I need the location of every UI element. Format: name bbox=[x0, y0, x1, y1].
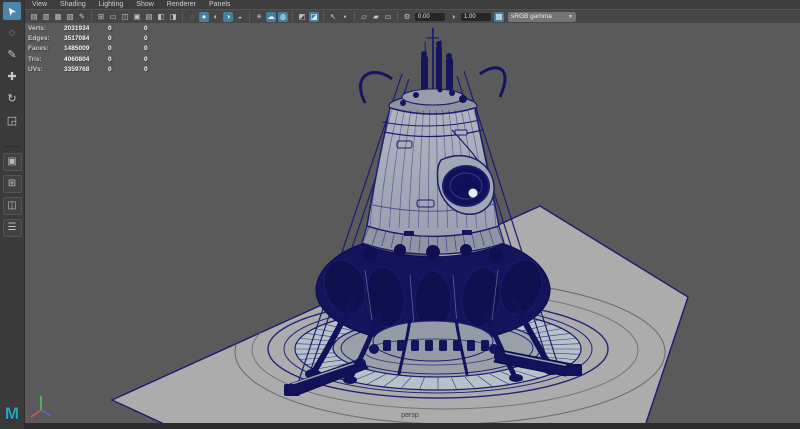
menu-item-renderer[interactable]: Renderer bbox=[167, 0, 196, 9]
window-bottom-edge bbox=[0, 423, 800, 429]
hud-sel: 0 bbox=[108, 25, 144, 32]
menu-item-lighting[interactable]: Lighting bbox=[99, 0, 124, 9]
lasso-select-tool-glyph: ◌ bbox=[9, 27, 16, 39]
grease-pencil-icon[interactable]: ✎ bbox=[77, 12, 87, 22]
menu-item-shading[interactable]: Shading bbox=[60, 0, 86, 9]
safe-title-icon[interactable]: ◨ bbox=[168, 12, 178, 22]
colorspace-dropdown[interactable]: sRGB gamma ▼ bbox=[508, 12, 576, 22]
hud-value: 4060804 bbox=[64, 56, 108, 63]
move-tool-glyph: ✚ bbox=[7, 71, 16, 83]
wireframe-mode-icon[interactable]: ◌ bbox=[187, 12, 197, 22]
layout-two-pane[interactable]: ◫ bbox=[3, 197, 22, 215]
lighting-mode-icon[interactable]: ◒ bbox=[235, 12, 245, 22]
hud-sel: 0 bbox=[108, 45, 144, 52]
shaded-mode-icon[interactable]: ● bbox=[199, 12, 209, 22]
maya-viewport-window: persp Verts:203193400Edges:351708400Face… bbox=[0, 0, 800, 429]
panel-toolbar: ▤▥▦▧✎⊞▭◫▣▤◧◨◌●◐◑◒☀☁◍◩◪↖▪▱▰▭ ⚙ 0.00 ◑ 1.0… bbox=[24, 9, 800, 23]
toolbar-separator bbox=[397, 12, 398, 21]
scale-tool-glyph: ◲ bbox=[7, 115, 17, 127]
paint-select-tool-glyph: ✎ bbox=[7, 49, 16, 61]
layout-single-pane[interactable]: ▣ bbox=[3, 153, 22, 171]
hud-other: 0 bbox=[144, 56, 180, 63]
colorspace-value: sRGB gamma bbox=[511, 13, 562, 20]
copy-layer-icon[interactable]: ▰ bbox=[371, 12, 381, 22]
hud-label: Faces: bbox=[28, 45, 64, 52]
hud-value: 3359768 bbox=[64, 66, 108, 73]
isolate-select-icon[interactable]: ◩ bbox=[297, 12, 307, 22]
hud-label: UVs: bbox=[28, 66, 64, 73]
capsule-body bbox=[367, 108, 499, 237]
safe-action-icon[interactable]: ◧ bbox=[156, 12, 166, 22]
hud-row-faces: Faces:148500900 bbox=[28, 44, 180, 54]
default-material-icon[interactable]: ◑ bbox=[223, 12, 233, 22]
rotate-tool[interactable]: ↻ bbox=[3, 90, 21, 108]
film-gate-icon[interactable]: ▭ bbox=[108, 12, 118, 22]
textured-mode-icon[interactable]: ◐ bbox=[211, 12, 221, 22]
use-all-lights-icon[interactable]: ☀ bbox=[254, 12, 264, 22]
hud-sel: 0 bbox=[108, 56, 144, 63]
image-icon[interactable]: ▭ bbox=[383, 12, 393, 22]
hud-other: 0 bbox=[144, 25, 180, 32]
camera-label: persp bbox=[375, 412, 445, 419]
hud-sel: 0 bbox=[108, 35, 144, 42]
tool-box-sidebar: ➤ ◌ ✎ ✚ ↻ ◲ ▣ ⊞ ◫ ☰ M bbox=[0, 0, 25, 429]
hud-value: 1485009 bbox=[64, 45, 108, 52]
select-tool-glyph: ➤ bbox=[2, 2, 22, 20]
grid-display-icon[interactable]: ⊞ bbox=[96, 12, 106, 22]
occlusion-icon[interactable]: ◍ bbox=[278, 12, 288, 22]
exposure-icon[interactable]: ⚙ bbox=[402, 12, 412, 22]
rotate-tool-glyph: ↻ bbox=[7, 93, 16, 105]
chevron-down-icon: ▼ bbox=[568, 14, 573, 20]
toolbar-separator bbox=[182, 12, 183, 21]
image-plane-icon[interactable]: ▦ bbox=[53, 12, 63, 22]
hud-label: Verts: bbox=[28, 25, 64, 32]
hud-label: Edges: bbox=[28, 35, 64, 42]
shadows-icon[interactable]: ☁ bbox=[266, 12, 276, 22]
resolution-gate-icon[interactable]: ◫ bbox=[120, 12, 130, 22]
hud-value: 3517084 bbox=[64, 35, 108, 42]
hud-other: 0 bbox=[144, 45, 180, 52]
select-tool[interactable]: ➤ bbox=[3, 2, 21, 20]
hud-row-uvs: UVs:335976800 bbox=[28, 64, 180, 74]
camera-attributes-icon[interactable]: ▤ bbox=[29, 12, 39, 22]
hud-other: 0 bbox=[144, 35, 180, 42]
toolbar-separator bbox=[249, 12, 250, 21]
hud-label: Tris: bbox=[28, 56, 64, 63]
select-cursor-icon[interactable]: ↖ bbox=[328, 12, 338, 22]
hud-row-verts: Verts:203193400 bbox=[28, 23, 180, 33]
lasso-select-tool[interactable]: ◌ bbox=[3, 24, 21, 42]
hud-other: 0 bbox=[144, 66, 180, 73]
toolbar-separator bbox=[323, 12, 324, 21]
xray-icon[interactable]: ◪ bbox=[309, 12, 319, 22]
exposure-field[interactable]: 0.00 bbox=[415, 13, 445, 21]
field-chart-icon[interactable]: ▤ bbox=[144, 12, 154, 22]
scale-tool[interactable]: ◲ bbox=[3, 112, 21, 130]
camera-bookmark-icon[interactable]: ▥ bbox=[41, 12, 51, 22]
hud-row-tris: Tris:406080400 bbox=[28, 54, 180, 64]
gate-mask-icon[interactable]: ▣ bbox=[132, 12, 142, 22]
toolbar-separator bbox=[292, 12, 293, 21]
hud-row-edges: Edges:351708400 bbox=[28, 33, 180, 43]
maya-logo: M bbox=[5, 405, 19, 423]
layout-outliner-pane[interactable]: ☰ bbox=[3, 219, 22, 237]
toolbar-separator bbox=[354, 12, 355, 21]
toolbox-separator bbox=[4, 146, 20, 147]
panel-menu-bar: View Shading Lighting Show Renderer Panels bbox=[24, 0, 800, 9]
toolbar-separator bbox=[91, 12, 92, 21]
view-transform-icon[interactable]: ▩ bbox=[494, 12, 504, 22]
menu-item-panels[interactable]: Panels bbox=[209, 0, 230, 9]
duplicate-layer-icon[interactable]: ▱ bbox=[359, 12, 369, 22]
paint-select-tool[interactable]: ✎ bbox=[3, 46, 21, 64]
pan-zoom-icon[interactable]: ▧ bbox=[65, 12, 75, 22]
layout-four-pane[interactable]: ⊞ bbox=[3, 175, 22, 193]
menu-item-view[interactable]: View bbox=[32, 0, 47, 9]
gamma-icon[interactable]: ◑ bbox=[448, 12, 458, 22]
menu-item-show[interactable]: Show bbox=[136, 0, 154, 9]
hud-sel: 0 bbox=[108, 66, 144, 73]
poly-count-hud: Verts:203193400Edges:351708400Faces:1485… bbox=[28, 23, 180, 74]
hud-value: 2031934 bbox=[64, 25, 108, 32]
move-tool[interactable]: ✚ bbox=[3, 68, 21, 86]
snap-icon[interactable]: ▪ bbox=[340, 12, 350, 22]
gamma-field[interactable]: 1.00 bbox=[461, 13, 491, 21]
